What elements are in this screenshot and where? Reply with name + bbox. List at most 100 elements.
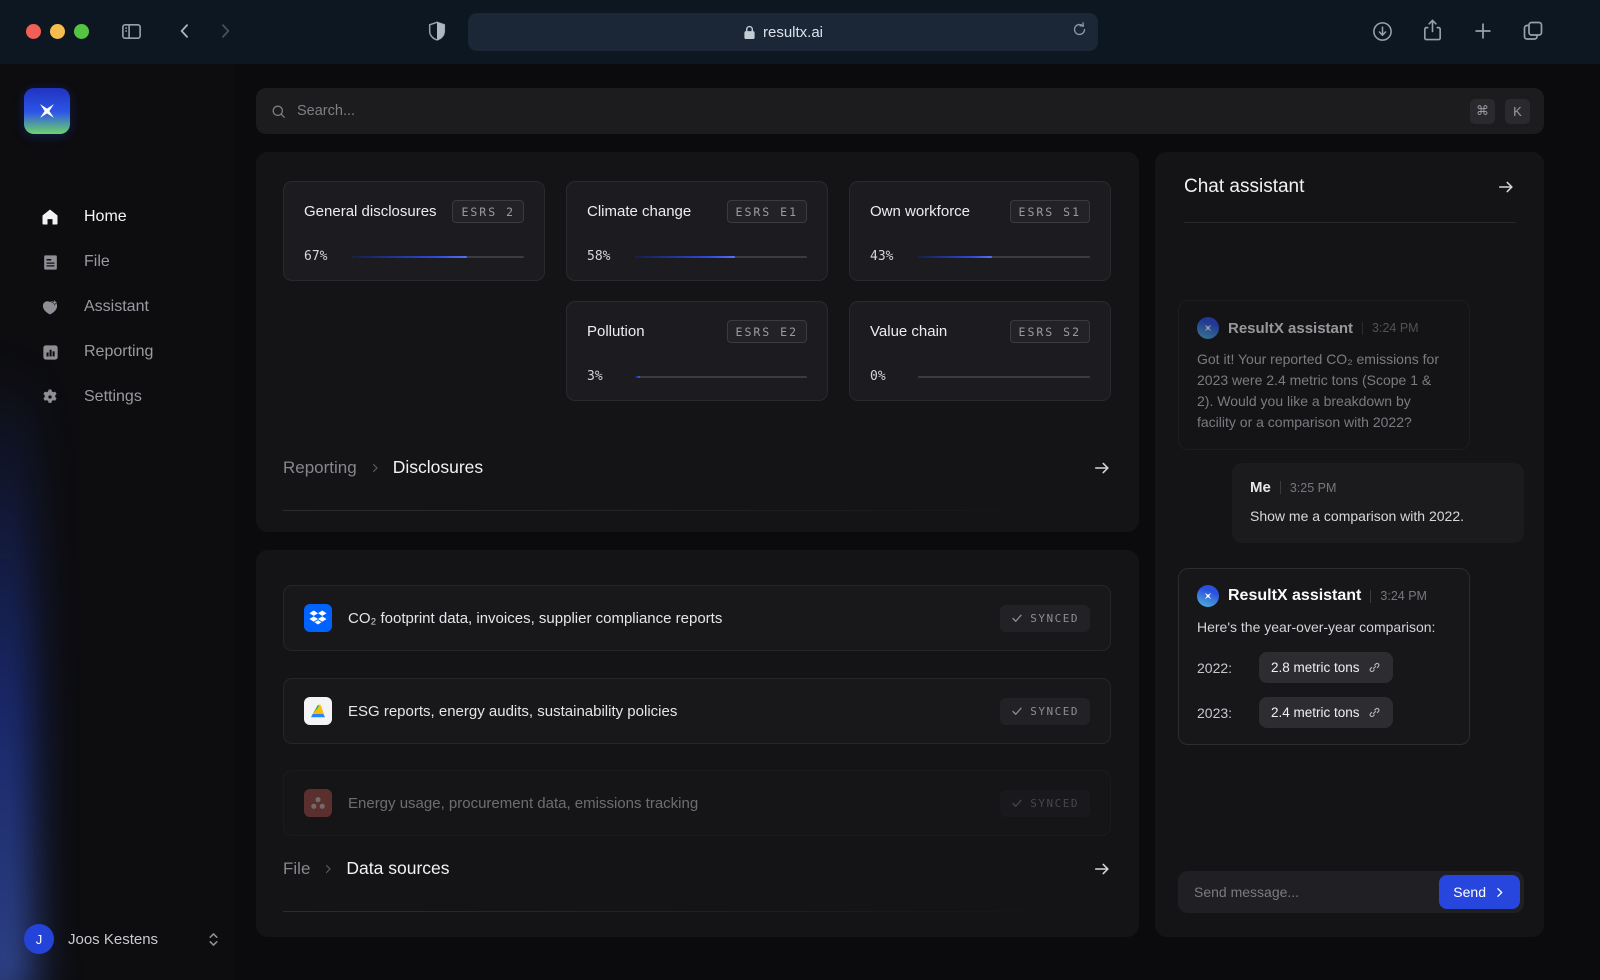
- assistant-icon: [40, 297, 60, 317]
- chat-message-input[interactable]: [1194, 884, 1440, 900]
- breadcrumb-current[interactable]: Data sources: [346, 858, 449, 879]
- reload-icon[interactable]: [1071, 21, 1088, 38]
- home-icon: [40, 207, 60, 227]
- downloads-icon[interactable]: [1371, 20, 1394, 43]
- progress-bar: [918, 375, 1090, 378]
- lock-icon: [743, 25, 756, 40]
- message-author: ResultX assistant: [1228, 587, 1362, 604]
- forward-icon[interactable]: [215, 21, 235, 41]
- user-menu[interactable]: J Joos Kestens: [24, 924, 220, 954]
- sidebar-item-label: Reporting: [84, 343, 154, 360]
- send-button[interactable]: Send: [1439, 875, 1520, 909]
- data-source-label: CO₂ footprint data, invoices, supplier c…: [348, 609, 723, 627]
- card-pollution[interactable]: Pollution ESRS E2 3%: [566, 301, 828, 401]
- chat-input-row: Send: [1178, 871, 1524, 913]
- progress-percent: 43%: [870, 249, 894, 264]
- esrs-badge: ESRS 2: [452, 200, 524, 223]
- data-source-row-google-drive[interactable]: ESG reports, energy audits, sustainabili…: [283, 678, 1111, 744]
- sidebar-toggle-icon[interactable]: [120, 20, 143, 43]
- divider: [1279, 481, 1281, 494]
- year-label: 2022:: [1197, 659, 1233, 676]
- window-close-button[interactable]: [26, 24, 41, 39]
- privacy-shield-icon[interactable]: [426, 19, 448, 43]
- comparison-row-2023: 2023: 2.4 metric tons: [1197, 697, 1451, 728]
- data-source-row-dropbox[interactable]: CO₂ footprint data, invoices, supplier c…: [283, 585, 1111, 651]
- chat-title: Chat assistant: [1184, 176, 1305, 197]
- data-sources-panel: CO₂ footprint data, invoices, supplier c…: [256, 550, 1139, 937]
- url-text: resultx.ai: [762, 23, 824, 41]
- metric-chip-2023[interactable]: 2.4 metric tons: [1259, 697, 1393, 728]
- breadcrumb-data-sources: File Data sources: [283, 858, 1112, 879]
- data-source-row-asana[interactable]: Energy usage, procurement data, emission…: [283, 770, 1111, 836]
- progress-bar: [635, 255, 807, 258]
- check-icon: [1012, 707, 1022, 715]
- k-key-badge: K: [1505, 98, 1530, 124]
- divider: [283, 510, 1112, 511]
- chat-assistant-panel: Chat assistant ResultX assistant 3:24 PM…: [1155, 152, 1544, 937]
- card-title: Value chain: [870, 323, 948, 340]
- card-title: Own workforce: [870, 203, 971, 220]
- sidebar-item-label: Home: [84, 208, 127, 225]
- check-icon: [1012, 614, 1022, 622]
- progress-percent: 67%: [304, 249, 328, 264]
- dropbox-icon: [304, 604, 332, 632]
- breadcrumb-current[interactable]: Disclosures: [393, 457, 483, 478]
- sidebar-item-settings[interactable]: Settings: [0, 375, 233, 419]
- sidebar-item-label: Settings: [84, 388, 142, 405]
- back-icon[interactable]: [175, 21, 195, 41]
- esrs-badge: ESRS S1: [1009, 200, 1090, 223]
- message-text: Show me a comparison with 2022.: [1250, 508, 1464, 524]
- open-disclosures-arrow-icon[interactable]: [1092, 458, 1112, 478]
- chevron-updown-icon: [207, 931, 220, 948]
- address-bar[interactable]: resultx.ai: [468, 13, 1098, 51]
- chevron-right-icon: [1497, 887, 1503, 897]
- open-data-sources-arrow-icon[interactable]: [1092, 859, 1112, 879]
- esrs-badge: ESRS E2: [726, 320, 807, 343]
- esrs-badge: ESRS S2: [1009, 320, 1090, 343]
- card-own-workforce[interactable]: Own workforce ESRS S1 43%: [849, 181, 1111, 281]
- search-input[interactable]: [297, 103, 1460, 119]
- progress-percent: 3%: [587, 369, 603, 384]
- divider: [1184, 222, 1516, 223]
- user-message: Me 3:25 PM Show me a comparison with 202…: [1232, 463, 1524, 543]
- disclosures-panel: General disclosures ESRS 2 67% Climate c…: [256, 152, 1139, 532]
- share-icon[interactable]: [1421, 18, 1444, 43]
- metric-chip-2022[interactable]: 2.8 metric tons: [1259, 652, 1393, 683]
- message-time: 3:24 PM: [1380, 589, 1427, 603]
- assistant-avatar: [1197, 317, 1219, 339]
- open-chat-arrow-icon[interactable]: [1496, 177, 1516, 197]
- resultx-logo[interactable]: [24, 88, 70, 134]
- sidebar-item-label: Assistant: [84, 298, 149, 315]
- browser-chrome: resultx.ai: [0, 0, 1600, 64]
- assistant-message: ResultX assistant 3:24 PM Got it! Your r…: [1178, 300, 1470, 450]
- window-zoom-button[interactable]: [74, 24, 89, 39]
- divider: [1370, 589, 1372, 603]
- sidebar-item-reporting[interactable]: Reporting: [0, 330, 233, 374]
- card-climate-change[interactable]: Climate change ESRS E1 58%: [566, 181, 828, 281]
- new-tab-icon[interactable]: [1472, 20, 1494, 42]
- google-drive-icon: [304, 697, 332, 725]
- tab-overview-icon[interactable]: [1521, 19, 1545, 43]
- message-time: 3:25 PM: [1289, 480, 1337, 495]
- divider: [283, 911, 1112, 912]
- divider: [1362, 321, 1364, 335]
- assistant-avatar: [1197, 585, 1219, 607]
- sidebar-item-file[interactable]: File: [0, 240, 233, 284]
- window-minimize-button[interactable]: [50, 24, 65, 39]
- breadcrumb-disclosures: Reporting Disclosures: [283, 457, 1112, 478]
- check-icon: [1012, 799, 1022, 807]
- data-source-label: ESG reports, energy audits, sustainabili…: [348, 702, 678, 720]
- message-time: 3:24 PM: [1372, 321, 1419, 335]
- global-search[interactable]: ⌘ K: [256, 88, 1544, 134]
- search-icon: [270, 103, 287, 120]
- esrs-badge: ESRS E1: [726, 200, 807, 223]
- card-value-chain[interactable]: Value chain ESRS S2 0%: [849, 301, 1111, 401]
- card-general-disclosures[interactable]: General disclosures ESRS 2 67%: [283, 181, 545, 281]
- sidebar-item-home[interactable]: Home: [0, 195, 233, 239]
- sidebar-glow-decoration: [0, 364, 30, 980]
- breadcrumb-parent[interactable]: Reporting: [283, 458, 357, 478]
- progress-percent: 0%: [870, 369, 886, 384]
- sidebar-item-assistant[interactable]: Assistant: [0, 285, 233, 329]
- breadcrumb-parent[interactable]: File: [283, 859, 310, 879]
- chevron-right-icon: [322, 863, 334, 875]
